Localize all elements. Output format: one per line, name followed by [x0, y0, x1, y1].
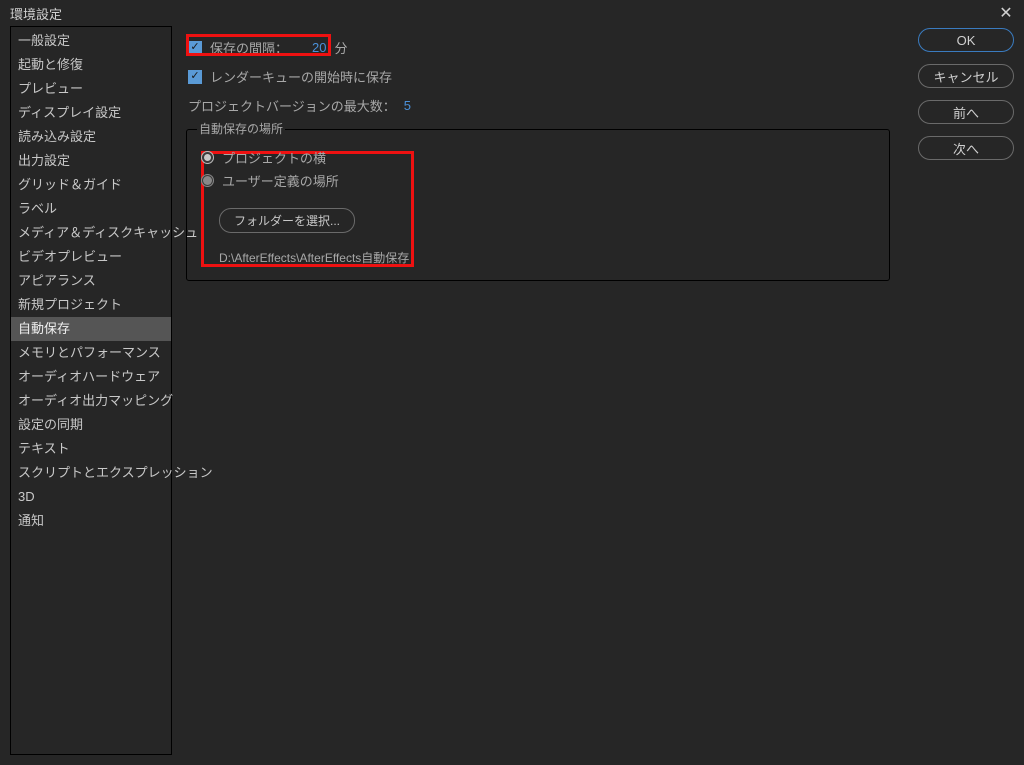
- sidebar-item[interactable]: ビデオプレビュー: [11, 245, 171, 269]
- sidebar-item[interactable]: メディア＆ディスクキャッシュ: [11, 221, 171, 245]
- radio-user-defined[interactable]: [201, 174, 214, 187]
- save-on-render-checkbox[interactable]: [188, 70, 202, 84]
- autosave-location-group: 自動保存の場所 プロジェクトの横 ユーザー定義の場所 フォルダーを選択... D…: [186, 129, 890, 281]
- save-interval-value[interactable]: 20: [312, 40, 326, 55]
- folder-path: D:\AfterEffects\AfterEffects自動保存: [219, 249, 875, 266]
- sidebar-item[interactable]: 設定の同期: [11, 413, 171, 437]
- choose-folder-button[interactable]: フォルダーを選択...: [219, 208, 355, 233]
- prev-button[interactable]: 前へ: [918, 100, 1014, 124]
- radio-row-user: ユーザー定義の場所: [201, 171, 875, 190]
- sidebar-item[interactable]: 3D: [11, 485, 171, 509]
- save-interval-row: 保存の間隔： 20 分: [186, 38, 904, 57]
- radio-next-to-project[interactable]: [201, 151, 214, 164]
- sidebar-item[interactable]: グリッド＆ガイド: [11, 173, 171, 197]
- sidebar-item[interactable]: 読み込み設定: [11, 125, 171, 149]
- ok-button[interactable]: OK: [918, 28, 1014, 52]
- next-button[interactable]: 次へ: [918, 136, 1014, 160]
- sidebar-item[interactable]: 新規プロジェクト: [11, 293, 171, 317]
- sidebar-item[interactable]: アピアランス: [11, 269, 171, 293]
- category-sidebar: 一般設定起動と修復プレビューディスプレイ設定読み込み設定出力設定グリッド＆ガイド…: [10, 26, 172, 755]
- sidebar-item[interactable]: スクリプトとエクスプレッション: [11, 461, 171, 485]
- radio-user-defined-label: ユーザー定義の場所: [222, 171, 339, 190]
- dialog-body: 一般設定起動と修復プレビューディスプレイ設定読み込み設定出力設定グリッド＆ガイド…: [0, 26, 1024, 765]
- save-interval-checkbox[interactable]: [188, 41, 202, 55]
- sidebar-item[interactable]: 出力設定: [11, 149, 171, 173]
- radio-next-to-project-label: プロジェクトの横: [222, 148, 326, 167]
- radio-row-project: プロジェクトの横: [201, 148, 875, 167]
- sidebar-item[interactable]: オーディオ出力マッピング: [11, 389, 171, 413]
- save-interval-unit: 分: [334, 38, 347, 57]
- sidebar-item[interactable]: 通知: [11, 509, 171, 533]
- titlebar: 環境設定 ✕: [0, 0, 1024, 26]
- save-on-render-label: レンダーキューの開始時に保存: [210, 67, 392, 86]
- sidebar-item[interactable]: ディスプレイ設定: [11, 101, 171, 125]
- save-on-render-row: レンダーキューの開始時に保存: [186, 67, 904, 86]
- max-versions-value[interactable]: 5: [404, 98, 411, 113]
- max-versions-label: プロジェクトバージョンの最大数：: [188, 96, 396, 115]
- sidebar-item[interactable]: プレビュー: [11, 77, 171, 101]
- sidebar-item[interactable]: テキスト: [11, 437, 171, 461]
- max-versions-row: プロジェクトバージョンの最大数： 5: [186, 96, 904, 115]
- save-interval-label: 保存の間隔：: [210, 38, 288, 57]
- sidebar-item[interactable]: オーディオハードウェア: [11, 365, 171, 389]
- sidebar-item[interactable]: 自動保存: [11, 317, 171, 341]
- sidebar-item[interactable]: 一般設定: [11, 29, 171, 53]
- sidebar-item[interactable]: ラベル: [11, 197, 171, 221]
- window-title: 環境設定: [10, 4, 62, 23]
- cancel-button[interactable]: キャンセル: [918, 64, 1014, 88]
- close-icon[interactable]: ✕: [996, 3, 1016, 23]
- sidebar-item[interactable]: 起動と修復: [11, 53, 171, 77]
- dialog-buttons: OK キャンセル 前へ 次へ: [918, 26, 1014, 755]
- sidebar-item[interactable]: メモリとパフォーマンス: [11, 341, 171, 365]
- settings-panel: 保存の間隔： 20 分 レンダーキューの開始時に保存 プロジェクトバージョンの最…: [186, 26, 904, 755]
- group-title: 自動保存の場所: [197, 120, 285, 137]
